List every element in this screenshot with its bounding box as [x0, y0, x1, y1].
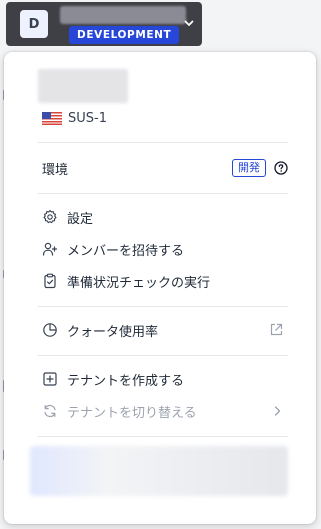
pie-chart-icon — [42, 322, 58, 338]
divider — [38, 193, 288, 194]
chevron-down-icon — [184, 20, 194, 26]
environment-tag: 開発 — [232, 159, 266, 177]
clipboard-check-icon — [42, 273, 58, 289]
menu-item-readiness-check[interactable]: 準備状況チェックの実行 — [42, 269, 288, 293]
chevron-right-icon — [274, 406, 281, 416]
region-label: SUS-1 — [68, 110, 107, 126]
menu-item-label: テナントを切り替える — [67, 405, 197, 421]
menu-item-label: クォータ使用率 — [67, 324, 159, 340]
help-icon[interactable] — [274, 161, 288, 175]
tenant-switcher[interactable]: D DEVELOPMENT — [6, 2, 202, 46]
tenant-name-redacted — [38, 69, 128, 103]
menu-item-create-tenant[interactable]: テナントを作成する — [42, 367, 288, 391]
environment-badge: DEVELOPMENT — [69, 26, 180, 44]
menu-item-label: メンバーを招待する — [67, 243, 185, 259]
menu-item-settings[interactable]: 設定 — [42, 205, 288, 229]
tenant-menu-popup: SUS-1 環境 開発 設定 メンバーを招待する 準備状況チェックの実行 クォー… — [4, 52, 316, 524]
divider — [38, 355, 288, 356]
external-link-icon — [270, 323, 283, 336]
user-plus-icon — [42, 241, 58, 257]
environment-label: 環境 — [42, 162, 69, 178]
refresh-icon — [42, 403, 58, 419]
menu-item-label: 準備状況チェックの実行 — [67, 275, 211, 291]
divider — [38, 306, 288, 307]
us-flag-icon — [42, 111, 62, 125]
region-indicator: SUS-1 — [42, 109, 107, 127]
tenant-avatar: D — [20, 10, 48, 38]
user-account-redacted[interactable] — [30, 446, 288, 496]
menu-item-switch-tenant[interactable]: テナントを切り替える — [42, 399, 288, 423]
menu-item-invite-member[interactable]: メンバーを招待する — [42, 237, 288, 261]
menu-item-label: テナントを作成する — [67, 373, 185, 389]
environment-row: 環境 開発 — [42, 156, 288, 180]
divider — [38, 436, 288, 437]
menu-item-label: 設定 — [67, 211, 94, 227]
plus-square-icon — [42, 371, 58, 387]
gear-icon — [42, 209, 58, 225]
tenant-name-redacted — [60, 6, 186, 24]
divider — [38, 142, 288, 143]
menu-item-quota-usage[interactable]: クォータ使用率 — [42, 318, 288, 342]
